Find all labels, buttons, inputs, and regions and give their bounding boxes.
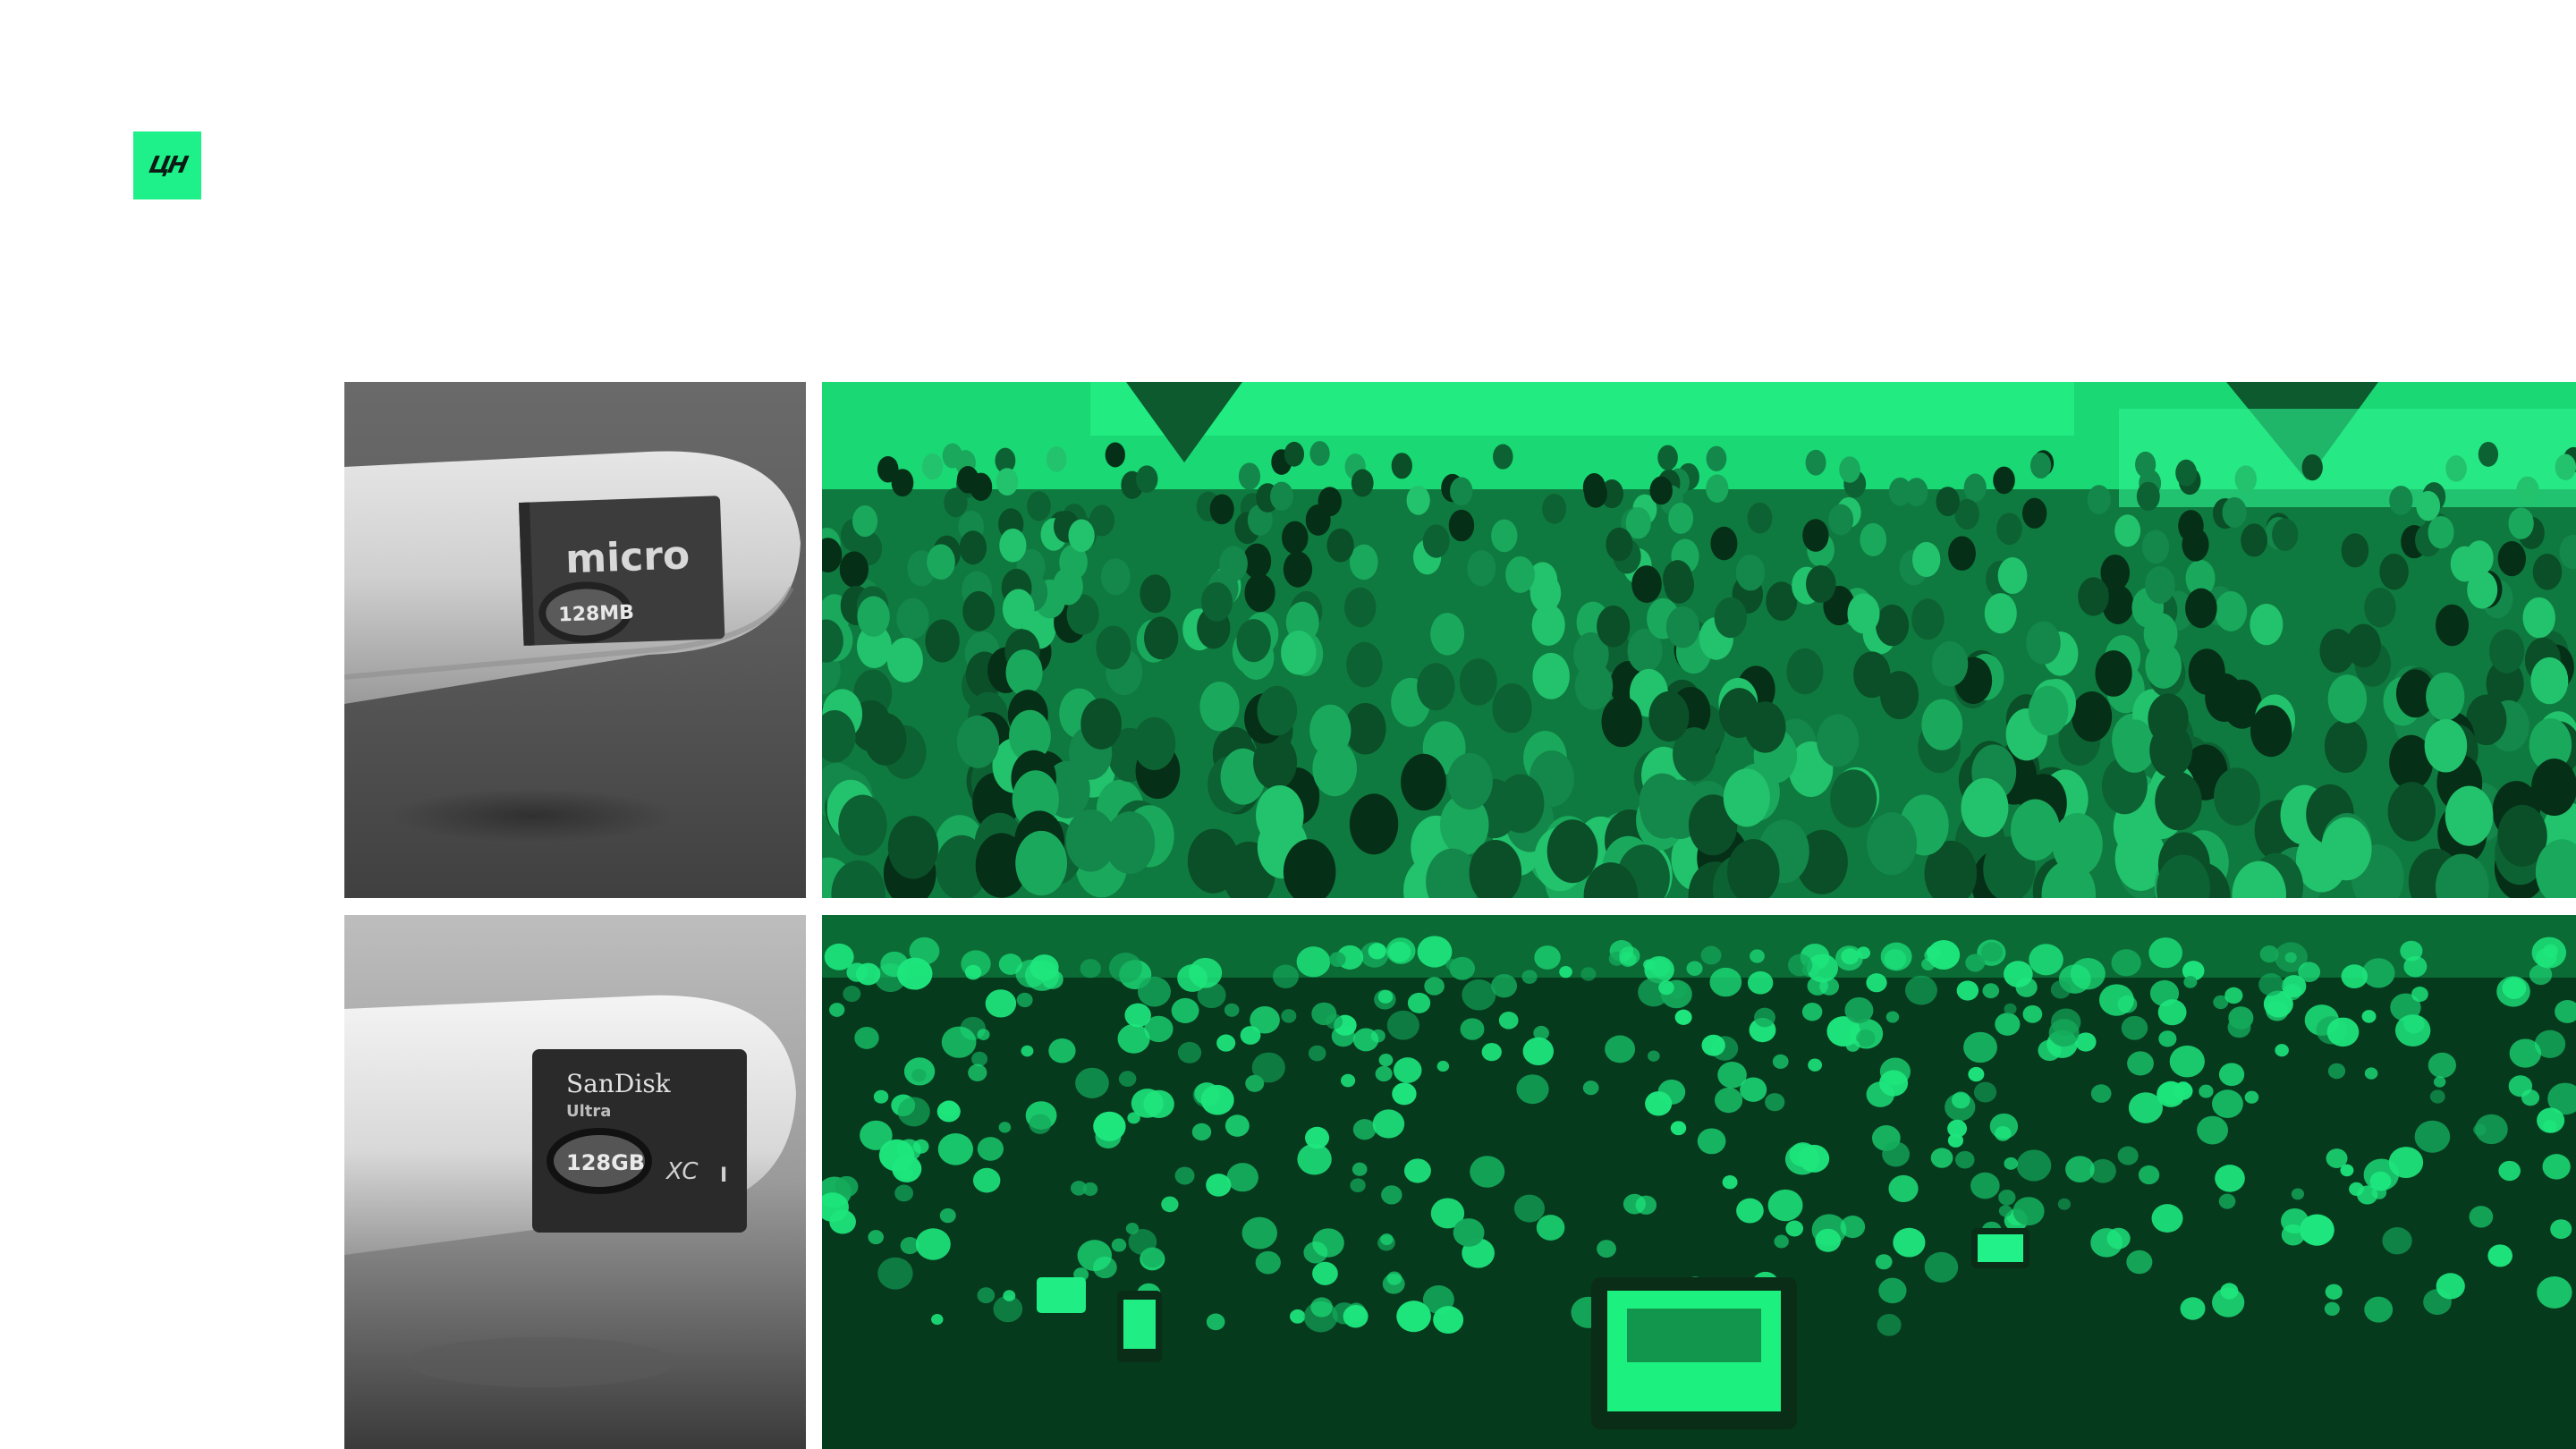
card-large-class-text: I	[720, 1165, 727, 1187]
photo-crowd-phones	[822, 915, 2576, 1449]
card-brand-text: micro	[564, 532, 691, 582]
photo-finger-microsd-128mb: micro 128MB	[344, 382, 806, 898]
logo-text: ЦН	[146, 152, 189, 179]
card-large-format-text: XC	[665, 1158, 699, 1185]
card-capacity-text: 128MB	[558, 602, 634, 627]
card-large-sub-text: Ultra	[566, 1102, 611, 1121]
card-large-brand-text: SanDisk	[566, 1069, 672, 1098]
photo-finger-sandisk-128gb: SanDisk Ultra 128GB XC I	[344, 915, 806, 1449]
card-large-capacity-text: 128GB	[566, 1150, 645, 1175]
brand-logo: ЦН	[133, 131, 201, 199]
photo-crowd-square	[822, 382, 2576, 898]
